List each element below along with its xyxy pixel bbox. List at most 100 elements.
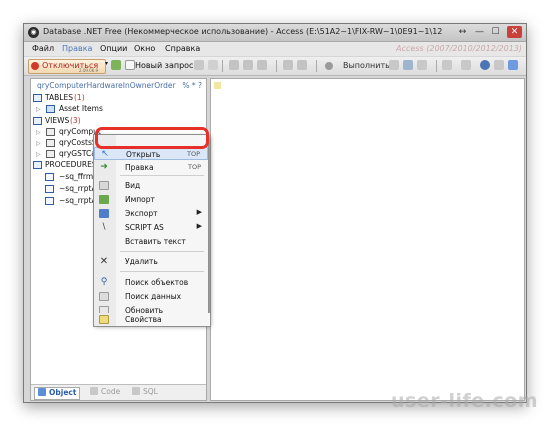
- minimize-button[interactable]: —: [473, 26, 486, 38]
- sql-tab-icon: [132, 387, 140, 395]
- view-icon: [46, 139, 55, 147]
- tree-item-asset-items[interactable]: ▷ Asset Items: [36, 104, 203, 115]
- ctx-separator: [120, 251, 204, 252]
- highlight-annotation: [95, 127, 209, 149]
- new-query-button[interactable]: Новый запрос: [135, 61, 193, 70]
- expand-icon[interactable]: ▷: [36, 129, 43, 136]
- ctx-export[interactable]: Экспорт ▶: [94, 207, 208, 220]
- menu-bar: Файл Правка Опции Окно Справка Access (2…: [24, 42, 526, 56]
- list-icon[interactable]: [442, 60, 452, 70]
- ctx-search-data[interactable]: Поиск данных: [94, 290, 208, 303]
- text-view-icon[interactable]: [403, 60, 413, 70]
- tab-object[interactable]: Object: [34, 387, 81, 400]
- ctx-import-label: Импорт: [125, 195, 155, 204]
- ctx-delete-label: Удалить: [125, 257, 158, 266]
- ctx-export-label: Экспорт: [125, 209, 158, 218]
- ctx-properties[interactable]: Свойства: [93, 313, 211, 327]
- ctx-script-as[interactable]: \ SCRIPT AS ▶: [94, 221, 208, 234]
- ctx-open-label: Открыть: [126, 150, 161, 159]
- disconnect-button[interactable]: Отключиться 2.09.06.9: [28, 59, 106, 74]
- grid-view-icon[interactable]: [389, 60, 399, 70]
- window-title: Database .NET Free (Некоммерческое испол…: [43, 27, 443, 36]
- ctx-search-data-label: Поиск данных: [125, 292, 182, 301]
- expand-icon[interactable]: ▷: [36, 106, 43, 113]
- watermark: user-life.com: [391, 390, 538, 412]
- script-icon: \: [102, 222, 106, 232]
- menu-options[interactable]: Опции: [100, 44, 127, 53]
- open-arrow-icon: ↖: [101, 149, 109, 159]
- separator: [222, 60, 223, 72]
- ctx-import[interactable]: Импорт: [94, 193, 208, 206]
- separator: [316, 60, 317, 72]
- ctx-edit[interactable]: ➜ Правка TOP: [94, 161, 208, 174]
- copy-icon[interactable]: [243, 60, 253, 70]
- procedures-label: PROCEDURES: [45, 160, 97, 169]
- execute-button[interactable]: Выполнить: [343, 61, 390, 70]
- tree-node-views[interactable]: VIEWS (3): [33, 116, 203, 127]
- ctx-separator: [120, 175, 204, 176]
- menu-edit[interactable]: Правка: [62, 44, 92, 53]
- tab-sql[interactable]: SQL: [132, 387, 158, 398]
- tab-code[interactable]: Code: [90, 387, 120, 398]
- open-file-icon[interactable]: [194, 60, 204, 70]
- table-tool-icon[interactable]: [111, 60, 121, 70]
- ctx-script-label: SCRIPT AS: [125, 223, 164, 232]
- title-bar: ◉ Database .NET Free (Некоммерческое исп…: [24, 24, 526, 42]
- tab-code-label: Code: [101, 387, 121, 396]
- close-button[interactable]: ✕: [507, 26, 522, 38]
- redo-icon[interactable]: [297, 60, 307, 70]
- ctx-view[interactable]: Вид: [94, 179, 208, 192]
- tables-label: TABLES: [45, 93, 73, 102]
- new-query-icon[interactable]: [125, 60, 135, 70]
- format-icon[interactable]: [461, 60, 471, 70]
- procedure-icon: [45, 185, 54, 193]
- restore-arrows-icon[interactable]: ↔: [456, 26, 469, 38]
- view-icon: [46, 128, 55, 136]
- expand-icon[interactable]: ▷: [36, 151, 43, 158]
- ctx-paste-text[interactable]: Вставить текст: [94, 235, 208, 248]
- editor-tab-icon[interactable]: [214, 82, 221, 89]
- procedure-icon: [45, 173, 54, 181]
- download-icon[interactable]: [508, 60, 518, 70]
- submenu-arrow-icon: ▶: [196, 222, 202, 230]
- ctx-search-objects[interactable]: ⚲ Поиск объектов: [94, 276, 208, 289]
- menu-file[interactable]: Файл: [32, 44, 54, 53]
- ctx-open-shortcut: TOP: [186, 150, 200, 158]
- export-icon[interactable]: [417, 60, 427, 70]
- cut-icon[interactable]: [229, 60, 239, 70]
- expand-icon[interactable]: ▷: [36, 140, 43, 147]
- undo-icon[interactable]: [283, 60, 293, 70]
- view-icon: [46, 150, 55, 158]
- new-tab-icon[interactable]: [208, 60, 218, 70]
- editor-area[interactable]: [210, 78, 525, 401]
- main-toolbar: Отключиться 2.09.06.9 ▾ Новый запрос Вып…: [24, 57, 526, 76]
- code-tab-icon: [90, 387, 98, 395]
- separator: [436, 60, 437, 72]
- edition-label: Access (2007/2010/2012/2013): [396, 44, 522, 53]
- submenu-arrow-icon: ▶: [196, 208, 202, 216]
- search-data-icon: [99, 292, 109, 301]
- app-logo-icon: ◉: [28, 27, 39, 38]
- context-menu: ↖ Открыть TOP ➜ Правка TOP Вид Импорт Эк…: [93, 134, 209, 325]
- table-name: Asset Items: [59, 104, 103, 113]
- menu-help[interactable]: Справка: [165, 44, 200, 53]
- ctx-search-objects-label: Поиск объектов: [125, 278, 189, 287]
- settings-gear-icon[interactable]: [480, 60, 490, 70]
- tab-object-label: Object: [49, 388, 77, 397]
- properties-icon: [99, 315, 109, 324]
- procedure-icon: [45, 197, 54, 205]
- menu-window[interactable]: Окно: [134, 44, 155, 53]
- ctx-separator: [120, 271, 204, 272]
- separator: [276, 60, 277, 72]
- paste-icon[interactable]: [257, 60, 267, 70]
- folder-icon: [33, 117, 42, 125]
- tree-node-tables[interactable]: TABLES (1): [33, 93, 203, 104]
- explorer-header: qryComputerHardwareInOwnerOrder % * ?: [31, 79, 206, 91]
- maximize-button[interactable]: ☐: [489, 26, 502, 38]
- search-objects-icon: ⚲: [100, 277, 108, 287]
- explorer-tools[interactable]: % * ?: [182, 81, 202, 90]
- view-icon: [99, 181, 109, 190]
- ctx-delete[interactable]: ✕ Удалить: [94, 255, 208, 268]
- dropdown-icon[interactable]: [494, 60, 504, 70]
- execute-icon[interactable]: [325, 62, 333, 70]
